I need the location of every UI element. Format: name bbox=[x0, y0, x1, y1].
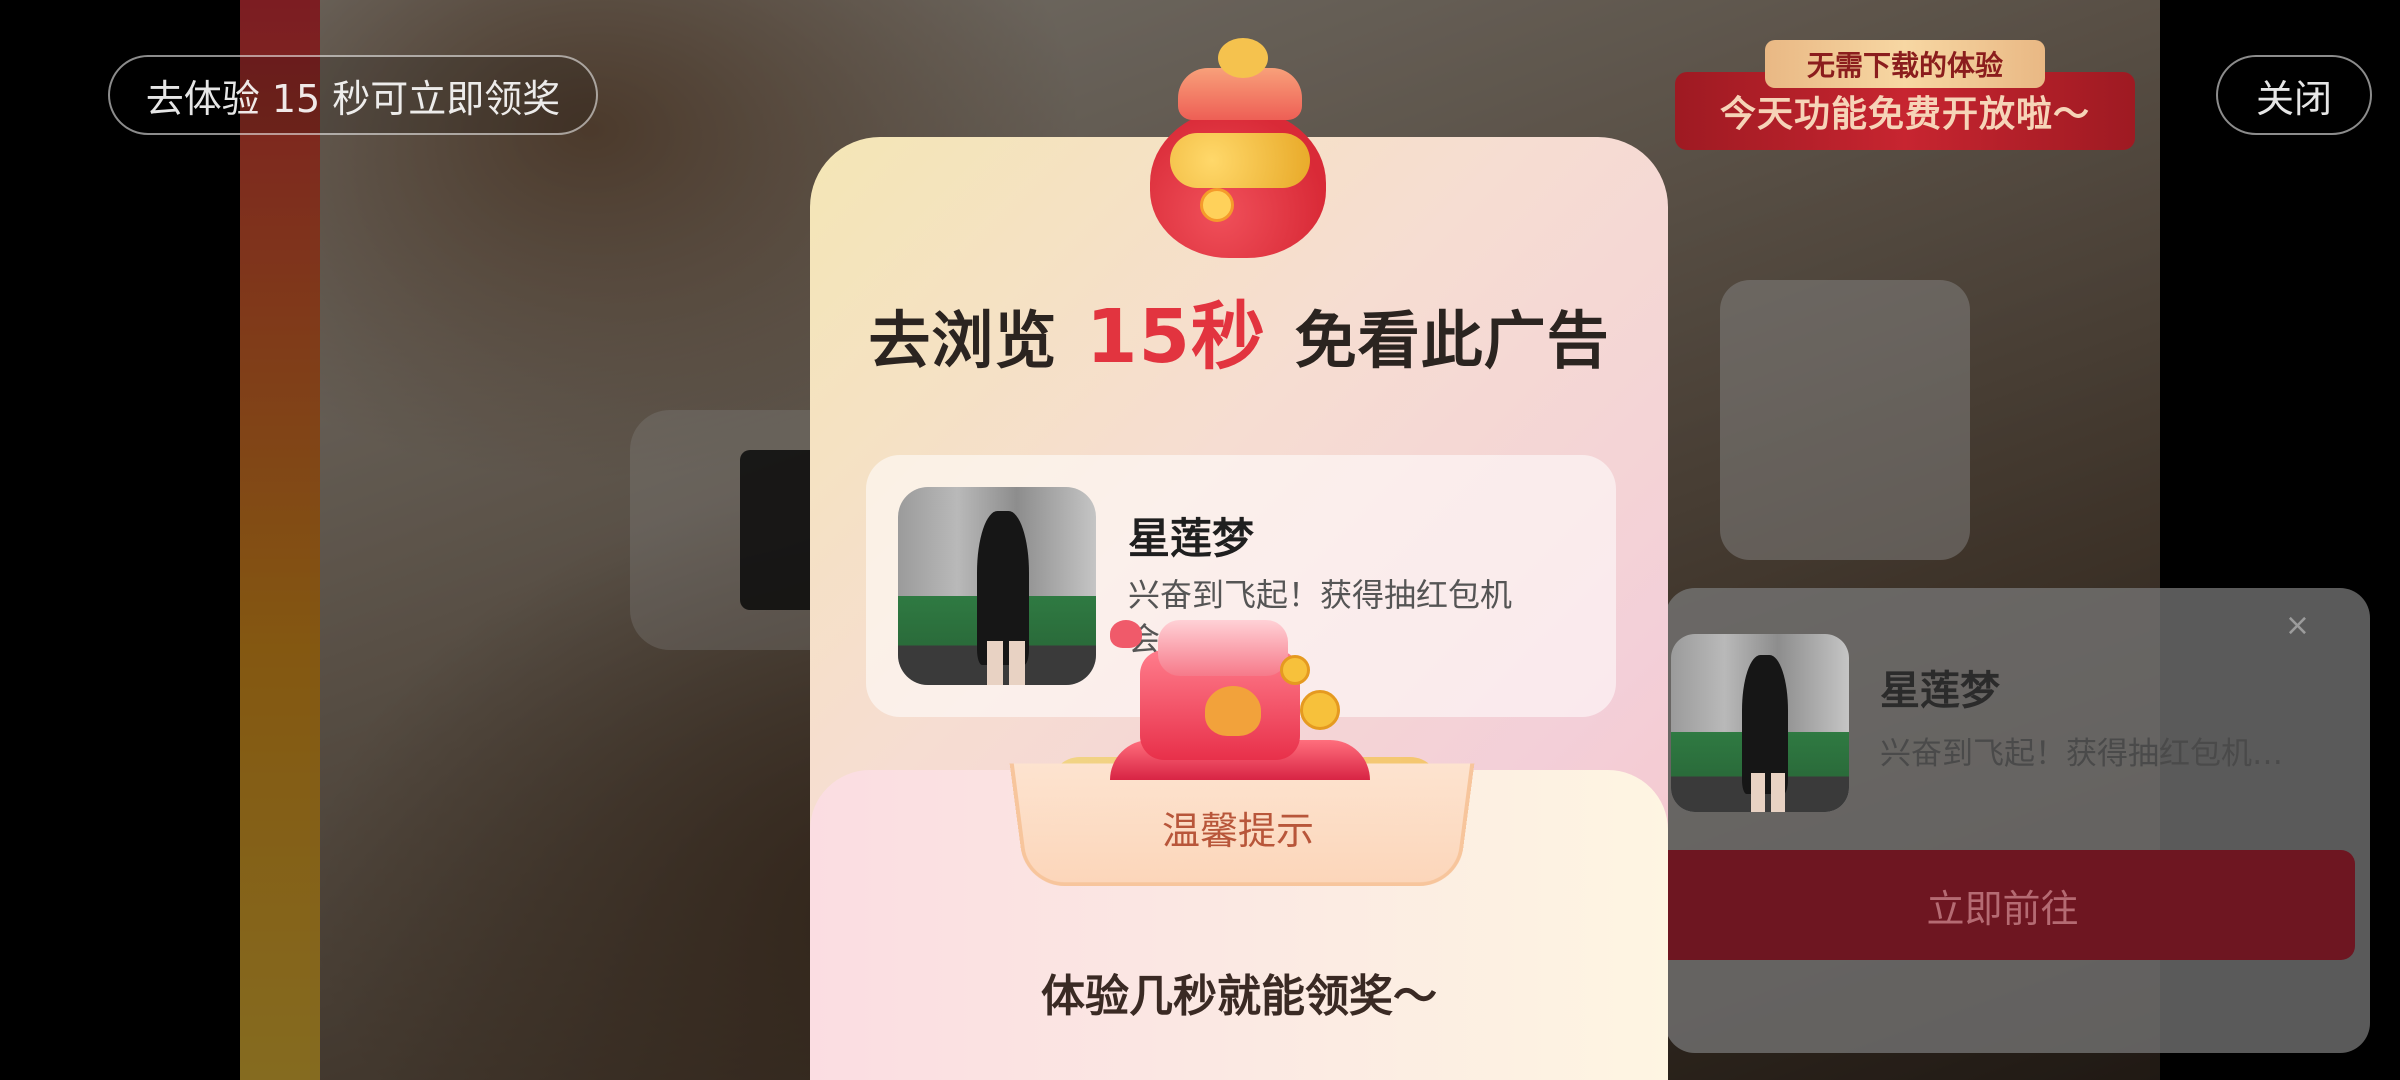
promo-banner: 今天功能免费开放啦～ 无需下载的体验 bbox=[1675, 40, 2135, 150]
app-name: 星莲梦 bbox=[1128, 514, 1255, 563]
tip-title: 温馨提示 bbox=[1161, 809, 1314, 853]
ad-screen: 今天功能免费开放啦～ 无需下载的体验 去体验 15 秒可立即领奖 关闭 × 星莲… bbox=[0, 0, 2400, 1080]
side-app-card[interactable]: × 星莲梦 兴奋到飞起！获得抽红包机… 立即前往 bbox=[1650, 588, 2370, 1053]
tip-panel: 温馨提示 体验几秒就能领奖～ bbox=[810, 763, 1668, 1080]
side-card-close-icon[interactable]: × bbox=[2285, 608, 2310, 643]
side-app-name: 星莲梦 bbox=[1880, 668, 2000, 714]
gift-box-icon bbox=[1110, 590, 1370, 790]
modal-headline: 去浏览 15秒 免看此广告 bbox=[810, 277, 1668, 384]
trial-reward-pill[interactable]: 去体验 15 秒可立即领奖 bbox=[108, 55, 598, 135]
app-thumbnail bbox=[898, 487, 1096, 685]
headline-suffix: 免看此广告 bbox=[1294, 304, 1610, 377]
headline-prefix: 去浏览 bbox=[868, 304, 1058, 377]
promo-tag: 无需下载的体验 bbox=[1765, 40, 2045, 88]
side-app-thumbnail bbox=[1671, 634, 1849, 812]
tip-message: 体验几秒就能领奖～ bbox=[1041, 971, 1437, 1022]
headline-highlight: 15秒 bbox=[1080, 277, 1272, 384]
go-now-button[interactable]: 立即前往 bbox=[1650, 850, 2355, 960]
lucky-jar-icon bbox=[1150, 38, 1330, 258]
close-button[interactable]: 关闭 bbox=[2216, 55, 2372, 135]
side-app-desc: 兴奋到飞起！获得抽红包机… bbox=[1880, 736, 2283, 772]
